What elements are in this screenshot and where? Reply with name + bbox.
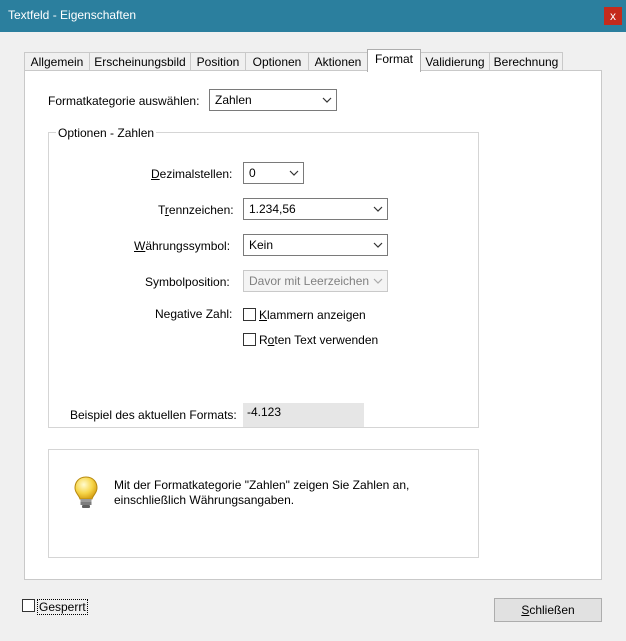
close-window-button[interactable]: x <box>604 7 622 25</box>
decimals-select[interactable]: 0 <box>243 162 304 184</box>
currency-select[interactable]: Kein <box>243 234 388 256</box>
decimals-value: 0 <box>249 166 256 180</box>
category-value: Zahlen <box>215 93 252 107</box>
decimals-label: Dezimalstellen: <box>151 167 233 181</box>
chevron-down-icon <box>289 170 299 176</box>
parentheses-label[interactable]: Klammern anzeigen <box>259 308 366 322</box>
category-select[interactable]: Zahlen <box>209 89 337 111</box>
example-label: Beispiel des aktuellen Formats: <box>70 408 237 422</box>
close-button[interactable]: Schließen <box>494 598 602 622</box>
tab-position[interactable]: Position <box>190 52 246 70</box>
symbol-position-value: Davor mit Leerzeichen <box>249 274 370 288</box>
locked-label[interactable]: Gesperrt <box>37 599 88 615</box>
info-text: Mit der Formatkategorie "Zahlen" zeigen … <box>114 478 410 507</box>
group-title: Optionen - Zahlen <box>56 126 157 140</box>
chevron-down-icon <box>322 97 332 103</box>
symbol-position-label: Symbolposition: <box>145 275 230 289</box>
separator-select[interactable]: 1.234,56 <box>243 198 388 220</box>
parentheses-checkbox[interactable] <box>243 308 256 321</box>
currency-value: Kein <box>249 238 274 252</box>
negative-number-label: Negative Zahl: <box>155 307 233 321</box>
lightbulb-icon <box>74 476 98 508</box>
tab-allgemein[interactable]: Allgemein <box>24 52 90 70</box>
chevron-down-icon <box>373 206 383 212</box>
tab-aktionen[interactable]: Aktionen <box>308 52 368 70</box>
tab-validierung[interactable]: Validierung <box>420 52 490 70</box>
red-text-checkbox[interactable] <box>243 333 256 346</box>
tab-berechnung[interactable]: Berechnung <box>489 52 563 70</box>
separator-value: 1.234,56 <box>249 202 296 216</box>
chevron-down-icon <box>373 242 383 248</box>
currency-label: Währungssymbol: <box>134 239 231 253</box>
example-preview: -4.123 <box>243 403 364 427</box>
window-title: Textfeld - Eigenschaften <box>8 8 137 22</box>
chevron-down-icon <box>373 278 383 284</box>
example-value: -4.123 <box>247 405 282 419</box>
title-bar: Textfeld - Eigenschaften x <box>0 0 626 32</box>
symbol-position-select[interactable]: Davor mit Leerzeichen <box>243 270 388 292</box>
red-text-label[interactable]: Roten Text verwenden <box>259 333 378 347</box>
tab-erscheinungsbild[interactable]: Erscheinungsbild <box>89 52 191 70</box>
category-label: Formatkategorie auswählen: <box>48 94 200 108</box>
locked-checkbox[interactable] <box>22 599 35 612</box>
separator-label: Trennzeichen: <box>158 203 234 217</box>
tab-optionen[interactable]: Optionen <box>245 52 309 70</box>
tab-format[interactable]: Format <box>367 49 421 72</box>
